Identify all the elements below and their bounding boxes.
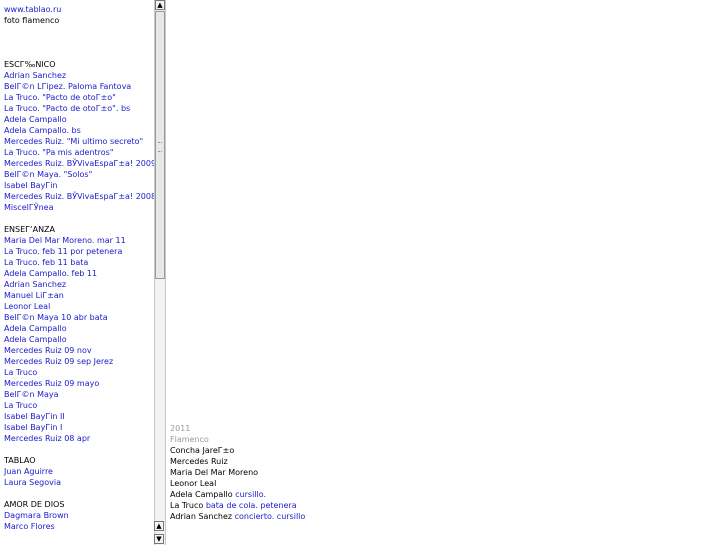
sidebar-link[interactable]: Mercedes Ruiz. ВЎVivaEspaГ±a! 2009 [4,159,154,168]
site-subtitle: foto flamenco [4,16,60,25]
sidebar-link[interactable]: Mercedes Ruiz 09 sep Jerez [4,357,113,366]
content-genre: Flamenco [170,435,209,444]
sidebar-link[interactable]: Mercedes Ruiz 08 apr [4,434,90,443]
section-heading: AMOR DE DIOS [4,500,65,509]
sidebar-link[interactable]: Isabel BayГіn I [4,423,62,432]
sidebar-link[interactable]: La Truco. "Pacto de otoГ±o". bs [4,104,130,113]
sidebar-link[interactable]: Adela Campallo. bs [4,126,81,135]
scroll-up-arrow-icon[interactable]: ▲ [155,0,165,10]
section-heading: ESCГ‰NICO [4,60,56,69]
sidebar-link[interactable]: Mercedes Ruiz. "Mi ultimo secreto" [4,137,143,146]
artist-entry: Adela Campallo cursillo. [170,489,470,500]
scroll-down-arrow-icon[interactable]: ▼ [154,534,164,544]
sidebar-link[interactable]: Manuel LiГ±an [4,291,64,300]
sidebar-link[interactable]: La Truco. "Pa mis adentros" [4,148,114,157]
scroll-up-arrow-icon[interactable]: ▲ [154,521,164,531]
sidebar-link[interactable]: Adela Campallo [4,335,67,344]
sidebar-link[interactable]: Adela Campallo [4,115,67,124]
artist-entry: Leonor Leal [170,478,470,489]
content-year: 2011 [170,424,191,433]
sidebar-link[interactable]: Adela Campallo. feb 11 [4,269,97,278]
artist-name: Mercedes Ruiz [170,457,228,466]
sidebar-section: TABLAO Juan Aguirre Laura Segovia [4,455,154,488]
scrollbar-thumb[interactable] [155,11,165,279]
sidebar-link[interactable]: Mercedes Ruiz 09 mayo [4,379,99,388]
sidebar-link[interactable]: Isabel BayГіn [4,181,58,190]
sidebar-link[interactable]: MiscelГЎnea [4,203,53,212]
artist-name: Adrian Sanchez [170,512,233,521]
artist-entry: Adrian Sanchez concierto. cursillo [170,511,470,522]
sidebar-link[interactable]: BelГ©n LГіpez. Paloma Fantova [4,82,131,91]
section-heading: ENSEГ‘ANZA [4,225,56,234]
sidebar-link[interactable]: Adela Campallo [4,324,67,333]
site-link[interactable]: www.tablao.ru [4,5,61,14]
sidebar-link[interactable]: La Truco [4,368,37,377]
sidebar-link[interactable]: Maria Del Mar Moreno. mar 11 [4,236,126,245]
secondary-scroll-buttons: ▲ ▼ [154,521,166,545]
sidebar-link[interactable]: La Truco. feb 11 por petenera [4,247,122,256]
sidebar-link[interactable]: Marco Flores [4,522,55,531]
artist-name: Maria Del Mar Moreno [170,468,259,477]
artist-entry: La Truco bata de cola. petenera [170,500,470,511]
sidebar-link[interactable]: Adrian Sanchez [4,71,66,80]
sidebar-link[interactable]: Leonor Leal [4,302,50,311]
sidebar-link[interactable]: BelГ©n Maya. "Solos" [4,170,92,179]
artist-list: Concha JareГ±o Mercedes Ruiz Maria Del Mar… [170,445,470,522]
sidebar-section: ESCГ‰NICO Adrian Sanchez BelГ©n LГіpez. Pa… [4,59,154,213]
sidebar-link[interactable]: Adrian Sanchez [4,280,66,289]
sidebar-link[interactable]: La Truco. feb 11 bata [4,258,88,267]
artist-entry: Maria Del Mar Moreno [170,467,470,478]
sidebar-section: ENSEГ‘ANZA Maria Del Mar Moreno. mar 11 La… [4,224,154,444]
section-heading: TABLAO [4,456,36,465]
sidebar-scrollbar[interactable]: ▲ [154,0,166,545]
artist-name: Concha JareГ±o [170,446,235,455]
artist-name: La Truco [170,501,204,510]
sidebar-link[interactable]: Isabel BayГіn II [4,412,65,421]
artist-entry: Mercedes Ruiz [170,456,470,467]
sidebar-link[interactable]: Mercedes Ruiz. ВЎVivaEspaГ±a! 2008 [4,192,154,201]
artist-link[interactable]: cursillo. [235,490,266,499]
sidebar-link[interactable]: Laura Segovia [4,478,61,487]
sidebar-link[interactable]: Juan Aguirre [4,467,53,476]
artist-name: Adela Campallo [170,490,233,499]
sidebar-link[interactable]: Mercedes Ruiz 09 nov [4,346,92,355]
artist-name: Leonor Leal [170,479,217,488]
sidebar-link[interactable]: La Truco [4,401,37,410]
artist-link[interactable]: bata de cola. petenera [206,501,297,510]
sidebar-link[interactable]: BelГ©n Maya 10 abr bata [4,313,108,322]
main-content: 2011 Flamenco Concha JareГ±o Mercedes Rui… [170,423,470,522]
artist-entry: Concha JareГ±o [170,445,470,456]
sidebar-link[interactable]: La Truco. "Pacto de otoГ±o" [4,93,116,102]
sidebar-frame: www.tablao.ru foto flamenco ESCГ‰NICO Adr… [0,0,154,545]
sidebar-section: AMOR DE DIOS Dagmara Brown Marco Flores [4,499,154,532]
sidebar-sections: ESCГ‰NICO Adrian Sanchez BelГ©n LГіpez. Pa… [4,59,154,545]
artist-link[interactable]: concierto. cursillo [235,512,306,521]
sidebar-link[interactable]: Dagmara Brown [4,511,69,520]
sidebar-link[interactable]: BelГ©n Maya [4,390,59,399]
